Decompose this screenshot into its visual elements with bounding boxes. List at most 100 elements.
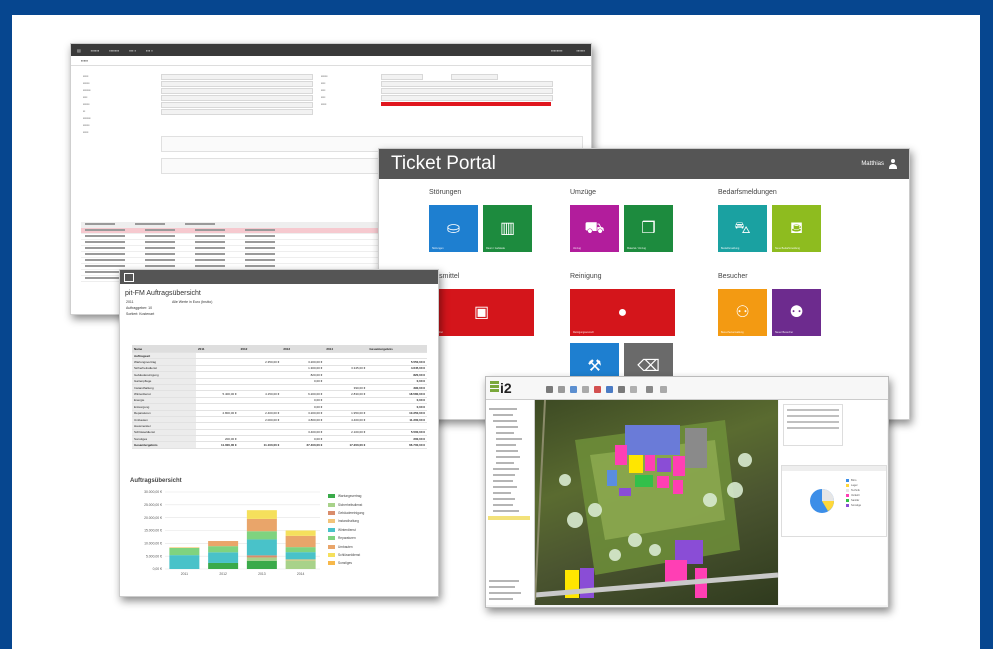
bar-segment[interactable] [246,510,277,519]
bar-segment[interactable] [246,531,277,540]
toolbar-item[interactable]: ▪▪▪▪▪▪▪▪ [551,48,562,53]
pie-chart [810,489,834,513]
form-field[interactable] [451,74,498,80]
form-field[interactable] [381,81,553,87]
user-menu[interactable]: Matthias [861,159,897,169]
tile-material[interactable]: ❒ Material / Umzug [624,205,673,252]
bar-segment[interactable] [208,552,239,563]
form-field[interactable] [161,74,313,80]
legend-label: Winterdienst [338,527,356,532]
group-title: Reinigung [570,273,602,280]
menu-icon[interactable]: ▤ [77,48,81,53]
legend-item: Gebäudereinigung [328,509,364,517]
y-tick-label: 0,00 € [153,567,163,571]
y-tick-label: 10.000,00 € [144,542,162,546]
toolbar-item[interactable]: ▪▪▪ ▪ [129,48,136,53]
visitor-add-icon: ⚉ [789,303,804,321]
zoom-icon[interactable] [546,386,553,393]
form-field[interactable] [161,109,313,115]
legend-label: Sonstiges [338,561,352,566]
tile-besucherverwaltung[interactable]: ⚇ Besucherverwaltung [718,289,767,336]
bar-segment[interactable] [208,546,239,553]
form-field[interactable] [161,102,313,108]
form-field[interactable] [381,95,553,101]
x-tick-label: 2011 [181,572,188,576]
bar-segment[interactable] [246,560,277,569]
legend-swatch [328,510,335,515]
bar-segment[interactable] [169,555,200,569]
y-tick-label: 20.000,00 € [144,516,162,520]
app-logo: i2 [500,380,512,396]
bar-segment[interactable] [285,560,316,569]
form-tab[interactable]: ▪▪▪▪▪ [71,56,591,66]
collage-stage: ▤ ▪▪▪▪▪▪ ▪▪▪▪▪▪▪ ▪▪▪ ▪ ▪▪▪ ▪ ▪▪▪▪▪▪▪▪ ▪▪… [12,15,980,649]
bar-segment[interactable] [208,562,239,569]
form-toolbar: ▤ ▪▪▪▪▪▪ ▪▪▪▪▪▪▪ ▪▪▪ ▪ ▪▪▪ ▪ ▪▪▪▪▪▪▪▪ ▪▪… [71,44,591,56]
form-field[interactable] [381,88,553,94]
bar-segment[interactable] [246,557,277,561]
group-title: Störungen [429,189,462,196]
legend-swatch [328,561,335,566]
form-field[interactable] [161,88,313,94]
group-bedarfsmeldungen: Bedarfsmeldungen [718,189,777,202]
settings-icon[interactable] [646,386,653,393]
tile-umzug[interactable]: ⛟ Umzug [570,205,619,252]
measure-icon[interactable] [582,386,589,393]
bar-segment[interactable] [169,547,200,548]
form-field[interactable] [381,74,423,80]
legend-swatch [328,536,335,541]
map-toolbar: i2 [486,377,888,400]
tile-raum-gebaeude[interactable]: ▥ Raum / Gebäude [483,205,532,252]
property-box [783,404,843,446]
group-reinigung: Reinigung [570,273,602,286]
priority-bar [381,102,551,106]
selected-layer[interactable] [488,516,530,520]
legend-item: Umbauten [328,542,364,550]
bar-segment[interactable] [246,555,277,558]
tile-stoerungen[interactable]: ⛀ Störungen [429,205,478,252]
legend-label: Gebäudereinigung [338,510,365,515]
bar-segment[interactable] [285,552,316,560]
tile-label: Bedarfsmeldung [721,247,740,250]
tile-bedarfsmeldung[interactable]: ⛍ Bedarfsmeldung [718,205,767,252]
visitors-icon: ⚇ [735,303,750,321]
tile-reinigung[interactable]: ● Reinigungswunsch [570,289,675,336]
bar-segment[interactable] [246,518,277,532]
toolbar-item[interactable]: ▪▪▪ ▪ [146,48,153,53]
print-icon[interactable] [618,386,625,393]
cleaning-icon: ⚒ [587,357,602,375]
toolbar-item[interactable]: ▪▪▪▪▪▪▪ [109,48,119,53]
bar-segment[interactable] [285,559,316,561]
legend-swatch [328,502,335,507]
bar-segment[interactable] [285,535,316,548]
map-legend: Büro Lager Technik Verkehr Sanitär Sonstige [846,478,861,508]
form-field[interactable] [161,95,313,101]
box-icon: ❒ [641,219,656,237]
export-icon[interactable] [630,386,637,393]
building-icon: ▥ [499,219,516,237]
tile-hilfsmittel[interactable]: ▣Hilfsmittel [429,289,534,336]
toolbar-item[interactable]: ▪▪▪▪▪▪ [91,48,100,53]
form-field[interactable] [161,81,313,87]
select-icon[interactable] [570,386,577,393]
layer-icon[interactable] [606,386,613,393]
trash-icon: ⌫ [637,357,660,375]
drop-icon: ● [617,303,628,321]
gis-map-window: i2 Büro Lager Technik Verkehr Sanitär So… [485,376,889,608]
bar-segment[interactable] [208,541,239,547]
legend-label: Sicherheitsdienst [338,502,363,507]
legend-label: Wartungsvertrag [338,494,362,499]
marker-icon[interactable] [594,386,601,393]
tile-neue-bedarfsmeldung[interactable]: ⛾ Neue Bedarfsmeldung [772,205,821,252]
toolbar-item[interactable]: ▪▪▪▪▪▪ [576,48,585,53]
bar-segment[interactable] [246,539,277,556]
help-icon[interactable] [660,386,667,393]
map-view[interactable] [535,400,778,605]
group-title: Bedarfsmeldungen [718,189,777,196]
portal-title: Ticket Portal [391,153,496,174]
bar-segment[interactable] [169,547,200,556]
tile-neuer-besucher[interactable]: ⚉ Neuer Besucher [772,289,821,336]
bar-segment[interactable] [285,530,316,536]
pan-icon[interactable] [558,386,565,393]
bar-segment[interactable] [285,547,316,553]
